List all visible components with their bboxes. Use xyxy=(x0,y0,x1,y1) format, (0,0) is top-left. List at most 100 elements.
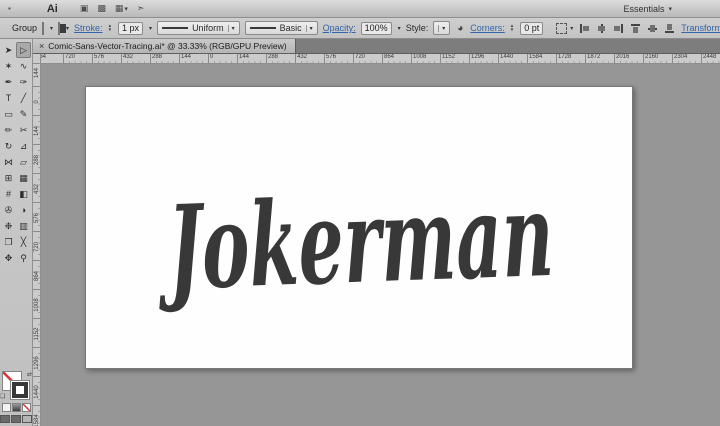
selection-context-label: Group xyxy=(12,23,37,33)
horizontal-ruler[interactable]: 8647205764322881440144288432576720864100… xyxy=(41,54,720,64)
stroke-swatch[interactable] xyxy=(58,22,60,35)
color-mode-button[interactable] xyxy=(2,403,11,412)
stroke-weight-stepper[interactable]: ▲▼ xyxy=(108,24,112,32)
draw-behind-button[interactable] xyxy=(11,415,21,423)
chevron-down-icon: ▾ xyxy=(306,25,313,32)
graphic-style-dropdown[interactable]: ▾ xyxy=(433,21,450,35)
tool-direct-selection[interactable]: ▷ xyxy=(16,42,31,58)
tools-grid: ➤ ▷ ✶ ∿ ✒ ✑ T ╱ ▭ ✎ xyxy=(1,42,31,266)
tool-slice[interactable]: ╳ xyxy=(16,234,31,250)
stroke-panel-link[interactable]: Stroke: xyxy=(74,23,103,33)
ruler-label: 1296 xyxy=(34,353,40,373)
width-profile-dropdown[interactable]: Uniform ▾ xyxy=(157,21,240,35)
gradient-mode-button[interactable] xyxy=(12,403,21,412)
tool-artboard[interactable]: ❒ xyxy=(1,234,16,250)
align-horizontal-left-icon[interactable] xyxy=(579,23,590,34)
chevron-down-icon: ▾ xyxy=(124,5,128,13)
chevron-down-icon: ▾ xyxy=(438,25,445,32)
document-tab-title: Comic-Sans-Vector-Tracing.ai* @ 33.33% (… xyxy=(48,41,286,51)
ruler-label: 576 xyxy=(94,54,104,60)
paint-mode-buttons xyxy=(2,403,31,412)
tool-type[interactable]: T xyxy=(1,90,16,106)
ruler-label: 1296 xyxy=(471,54,484,60)
ruler-label: 2448 xyxy=(703,54,716,60)
align-vertical-top-icon[interactable] xyxy=(630,23,641,34)
artboard[interactable]: Jokerman xyxy=(85,86,633,369)
bridge-icon[interactable]: ▣ xyxy=(80,3,89,14)
ruler-label: 2016 xyxy=(616,54,629,60)
tool-selection[interactable]: ➤ xyxy=(1,42,16,58)
corners-link[interactable]: Corners: xyxy=(470,23,505,33)
illustrator-window: ▪ Ai ▣ ▩ ▦ ▾ ➣ Essentials ▾ Group ▾ ▾ St… xyxy=(0,0,720,426)
tool-lasso[interactable]: ∿ xyxy=(16,58,31,74)
tool-rotate[interactable]: ↻ xyxy=(1,138,16,154)
tool-eyedropper[interactable]: ✇ xyxy=(1,202,16,218)
align-horizontal-right-icon[interactable] xyxy=(613,23,624,34)
tool-pen[interactable]: ✒ xyxy=(1,74,16,90)
corners-field[interactable]: 0 pt xyxy=(520,22,543,35)
ruler-label: 1872 xyxy=(587,54,600,60)
draw-normal-button[interactable] xyxy=(0,415,10,423)
swap-fill-stroke-icon[interactable]: ⇄ xyxy=(27,371,32,378)
workspace-switcher[interactable]: Essentials ▾ xyxy=(617,3,678,15)
tool-rectangle[interactable]: ▭ xyxy=(1,106,16,122)
recolor-artwork-icon[interactable]: ◕ xyxy=(457,23,463,34)
close-icon[interactable]: × xyxy=(39,41,44,51)
tool-magic-wand[interactable]: ✶ xyxy=(1,58,16,74)
stroke-proxy[interactable] xyxy=(10,380,30,400)
fill-swatch-none[interactable] xyxy=(42,22,44,35)
window-icon[interactable]: ▪ xyxy=(8,4,11,13)
tool-curvature[interactable]: ✑ xyxy=(16,74,31,90)
none-mode-button[interactable] xyxy=(22,403,31,412)
stroke-profile-preview xyxy=(162,27,188,29)
opacity-panel-link[interactable]: Opacity: xyxy=(323,23,356,33)
tool-zoom[interactable]: ⚲ xyxy=(16,250,31,266)
vertical-ruler[interactable]: 1440144288432576720864100811521296144015… xyxy=(33,64,41,426)
chevron-down-icon[interactable]: ▾ xyxy=(149,25,152,32)
tool-gradient[interactable]: ◧ xyxy=(16,186,31,202)
canvas[interactable]: Jokerman xyxy=(41,64,720,426)
tool-perspective-grid[interactable]: ▦ xyxy=(16,170,31,186)
ruler-label: 1584 xyxy=(529,54,542,60)
tool-scale[interactable]: ⊿ xyxy=(16,138,31,154)
tool-width[interactable]: ⋈ xyxy=(1,154,16,170)
corners-stepper[interactable]: ▲▼ xyxy=(510,24,514,32)
align-vertical-middle-icon[interactable] xyxy=(647,23,658,34)
transform-panel-link[interactable]: Transform xyxy=(681,23,720,33)
menu-bar: ▪ Ai ▣ ▩ ▦ ▾ ➣ Essentials ▾ xyxy=(0,0,720,18)
opacity-field[interactable]: 100% xyxy=(361,22,392,35)
align-horizontal-center-icon[interactable] xyxy=(596,23,607,34)
align-vertical-bottom-icon[interactable] xyxy=(664,23,675,34)
chevron-down-icon[interactable]: ▾ xyxy=(50,25,53,32)
chevron-down-icon[interactable]: ▾ xyxy=(398,25,401,32)
tool-hand[interactable]: ✥ xyxy=(1,250,16,266)
stroke-weight-field[interactable]: 1 px xyxy=(118,22,143,35)
tool-mesh[interactable]: # xyxy=(1,186,16,202)
ruler-label: 144 xyxy=(34,64,40,83)
tool-shape-builder[interactable]: ⊞ xyxy=(1,170,16,186)
ruler-label: 2304 xyxy=(674,54,687,60)
tool-symbol-sprayer[interactable]: ❉ xyxy=(1,218,16,234)
tool-column-graph[interactable]: ▥ xyxy=(16,218,31,234)
ruler-label: 720 xyxy=(34,237,40,257)
brush-definition-dropdown[interactable]: Basic ▾ xyxy=(245,21,318,35)
share-icon[interactable]: ➣ xyxy=(137,3,145,14)
screen-mode-button[interactable] xyxy=(22,415,32,423)
tool-blend[interactable]: ◑ xyxy=(16,202,31,218)
ruler-label: 1152 xyxy=(442,54,455,60)
ruler-label: 288 xyxy=(34,150,40,170)
ruler-label: 1584 xyxy=(34,411,40,426)
tool-line-segment[interactable]: ╱ xyxy=(16,90,31,106)
tool-scissors[interactable]: ✂ xyxy=(16,122,31,138)
tool-paintbrush[interactable]: ✎ xyxy=(16,106,31,122)
chevron-down-icon[interactable]: ▾ xyxy=(66,25,69,32)
arrange-documents-icon[interactable]: ▦ ▾ xyxy=(115,3,128,14)
ruler-origin-corner[interactable] xyxy=(33,54,41,64)
document-tab[interactable]: × Comic-Sans-Vector-Tracing.ai* @ 33.33%… xyxy=(33,39,296,53)
tool-pencil[interactable]: ✏ xyxy=(1,122,16,138)
stock-icon[interactable]: ▩ xyxy=(97,3,106,14)
tool-free-transform[interactable]: ▱ xyxy=(16,154,31,170)
drawing-mode-buttons xyxy=(0,415,32,423)
select-similar-button[interactable]: ▾ xyxy=(556,23,573,34)
default-fill-stroke-icon[interactable]: ❏ xyxy=(0,393,5,400)
